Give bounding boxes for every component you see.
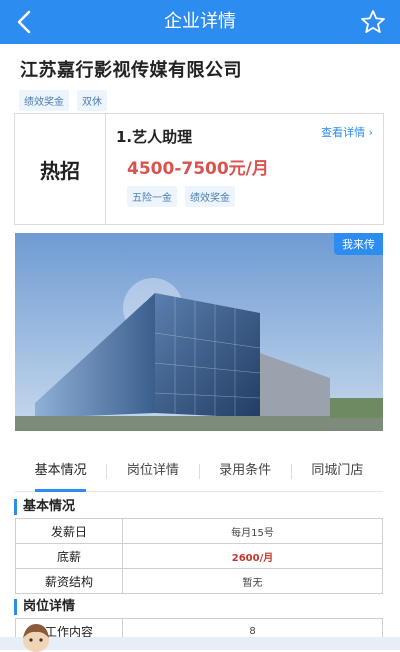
job-salary: 4500-7500元/月	[127, 159, 269, 179]
hot-badge: 热招	[15, 114, 106, 224]
page-title: 企业详情	[164, 11, 236, 32]
job-tag: 绩效奖金	[185, 186, 235, 207]
job-title[interactable]: 1.艺人助理	[116, 126, 192, 147]
table-row: 发薪日 每月15号	[15, 518, 383, 544]
top-bar: 企业详情	[0, 0, 400, 44]
company-name: 江苏嘉行影视传媒有限公司	[20, 60, 242, 81]
star-icon[interactable]	[360, 9, 386, 35]
row-value: 暂无	[122, 568, 383, 594]
view-detail-link[interactable]: 查看详情 ›	[321, 124, 373, 140]
banner-badge[interactable]: 我来传	[334, 233, 383, 255]
avatar-icon[interactable]	[18, 620, 54, 652]
tab-job-detail[interactable]: 岗位详情	[107, 452, 198, 491]
row-key: 薪资结构	[15, 568, 123, 594]
hot-job-card[interactable]: 热招 1.艺人助理 查看详情 › 4500-7500元/月 五险一金 绩效奖金	[14, 113, 384, 225]
section-title-job-detail: 岗位详情	[14, 599, 75, 615]
section-title-basic: 基本情况	[14, 499, 75, 515]
row-key: 发薪日	[15, 518, 123, 544]
job-tags: 五险一金 绩效奖金	[127, 186, 235, 207]
table-row: 底薪 2600/月	[15, 543, 383, 569]
tab-basic-info[interactable]: 基本情况	[15, 452, 106, 492]
job-tag: 五险一金	[127, 186, 177, 207]
row-key: 底薪	[15, 543, 123, 569]
office-building-image	[15, 233, 383, 431]
company-tag: 绩效奖金	[19, 90, 69, 111]
tab-requirements[interactable]: 录用条件	[200, 452, 291, 491]
company-tags: 绩效奖金 双休	[19, 90, 107, 111]
table-row: 薪资结构 暂无	[15, 568, 383, 594]
basic-info-table: 发薪日 每月15号 底薪 2600/月 薪资结构 暂无	[15, 518, 383, 594]
company-tag: 双休	[77, 90, 107, 111]
tab-bar: 基本情况 岗位详情 录用条件 同城门店	[15, 452, 383, 492]
company-photo[interactable]: 我来传	[15, 233, 383, 431]
bottom-bar	[0, 637, 400, 650]
row-value: 每月15号	[122, 518, 383, 544]
row-value: 2600/月	[122, 543, 383, 569]
tab-nearby-stores[interactable]: 同城门店	[292, 452, 383, 491]
